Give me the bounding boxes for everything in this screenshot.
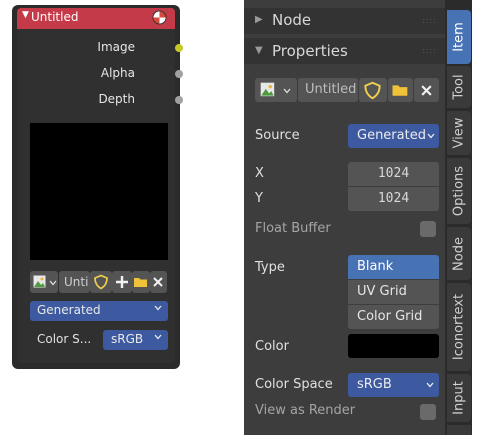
tab-node-label: Node — [451, 236, 467, 271]
y-size-field[interactable]: 1024 — [348, 187, 439, 211]
type-option-color-grid[interactable]: Color Grid — [348, 305, 439, 329]
color-space-value: sRGB — [111, 332, 144, 346]
image-output-socket[interactable] — [175, 44, 183, 52]
folder-icon — [392, 85, 408, 96]
tab-options[interactable]: Options — [447, 158, 471, 224]
image-name-text: Untitled — [305, 82, 357, 97]
source-dropdown-value: Generated — [37, 303, 101, 317]
tab-iconortext-label: Iconortext — [451, 293, 467, 361]
type-option-blank[interactable]: Blank — [348, 255, 439, 279]
chevron-down-icon — [426, 382, 434, 388]
collapse-caret-icon[interactable]: ▼ — [22, 10, 29, 20]
tab-view-label: View — [451, 117, 467, 149]
tab-input[interactable]: Input — [447, 374, 471, 422]
folder-icon — [134, 278, 147, 287]
float-buffer-checkbox[interactable] — [420, 221, 436, 237]
source-dropdown-value: Generated — [357, 128, 426, 143]
y-label: Y — [255, 191, 263, 206]
color-swatch[interactable] — [348, 334, 439, 358]
output-image-label: Image — [97, 40, 135, 54]
image-preview — [30, 123, 168, 260]
close-icon — [153, 277, 163, 287]
image-name-text: Unti — [64, 275, 89, 289]
view-as-render-checkbox[interactable] — [420, 404, 436, 420]
drag-grip-icon[interactable]: :::: — [422, 16, 437, 25]
float-buffer-label: Float Buffer — [255, 221, 331, 236]
shield-icon — [94, 274, 108, 290]
color-label: Color — [255, 339, 289, 354]
color-space-dropdown[interactable]: sRGB — [348, 373, 439, 397]
tab-item[interactable]: Item — [447, 10, 471, 64]
source-label: Source — [255, 128, 300, 143]
chevron-down-icon — [154, 305, 162, 311]
view-as-render-label: View as Render — [255, 403, 356, 418]
type-label: Type — [255, 260, 285, 275]
output-alpha-label: Alpha — [100, 66, 135, 80]
x-size-field[interactable]: 1024 — [348, 162, 439, 186]
node-title: Untitled — [31, 10, 79, 24]
color-space-label: Color Space — [255, 377, 333, 392]
tab-iconortext[interactable]: Iconortext — [447, 283, 471, 371]
image-icon — [259, 81, 276, 98]
chevron-down-icon — [427, 133, 435, 139]
source-dropdown[interactable]: Generated — [348, 124, 439, 148]
chevron-down-icon — [49, 280, 57, 286]
chevron-down-icon — [154, 334, 162, 340]
color-space-value: sRGB — [357, 377, 392, 392]
tab-options-label: Options — [451, 165, 467, 217]
color-space-label: Color S... — [37, 332, 92, 346]
tab-view[interactable]: View — [447, 111, 471, 155]
alpha-output-socket[interactable] — [175, 70, 183, 78]
tab-input-label: Input — [451, 381, 467, 415]
image-icon — [32, 274, 47, 289]
tab-tool[interactable]: Tool — [447, 66, 471, 108]
properties-section-title: Properties — [272, 42, 348, 60]
x-label: X — [255, 166, 264, 181]
node-section-title: Node — [272, 11, 312, 29]
output-depth-label: Depth — [98, 92, 135, 106]
preview-toggle-icon[interactable] — [152, 10, 167, 25]
collapsed-caret-icon: ▶ — [255, 14, 263, 25]
tab-item-label: Item — [451, 22, 467, 52]
chevron-down-icon — [283, 88, 291, 94]
depth-output-socket[interactable] — [175, 96, 183, 104]
drag-grip-icon[interactable]: :::: — [422, 46, 437, 55]
type-option-uv-grid[interactable]: UV Grid — [348, 280, 439, 304]
source-dropdown[interactable]: Generated — [30, 301, 168, 321]
plus-icon — [116, 276, 128, 288]
tab-overflow[interactable] — [447, 425, 471, 435]
shield-icon — [364, 81, 381, 100]
tab-node[interactable]: Node — [447, 227, 471, 280]
expanded-caret-icon: ▼ — [255, 45, 263, 56]
sidebar-panel — [244, 0, 445, 435]
tab-tool-label: Tool — [451, 74, 467, 100]
color-space-dropdown[interactable]: sRGB — [103, 330, 168, 350]
close-icon — [421, 85, 432, 96]
